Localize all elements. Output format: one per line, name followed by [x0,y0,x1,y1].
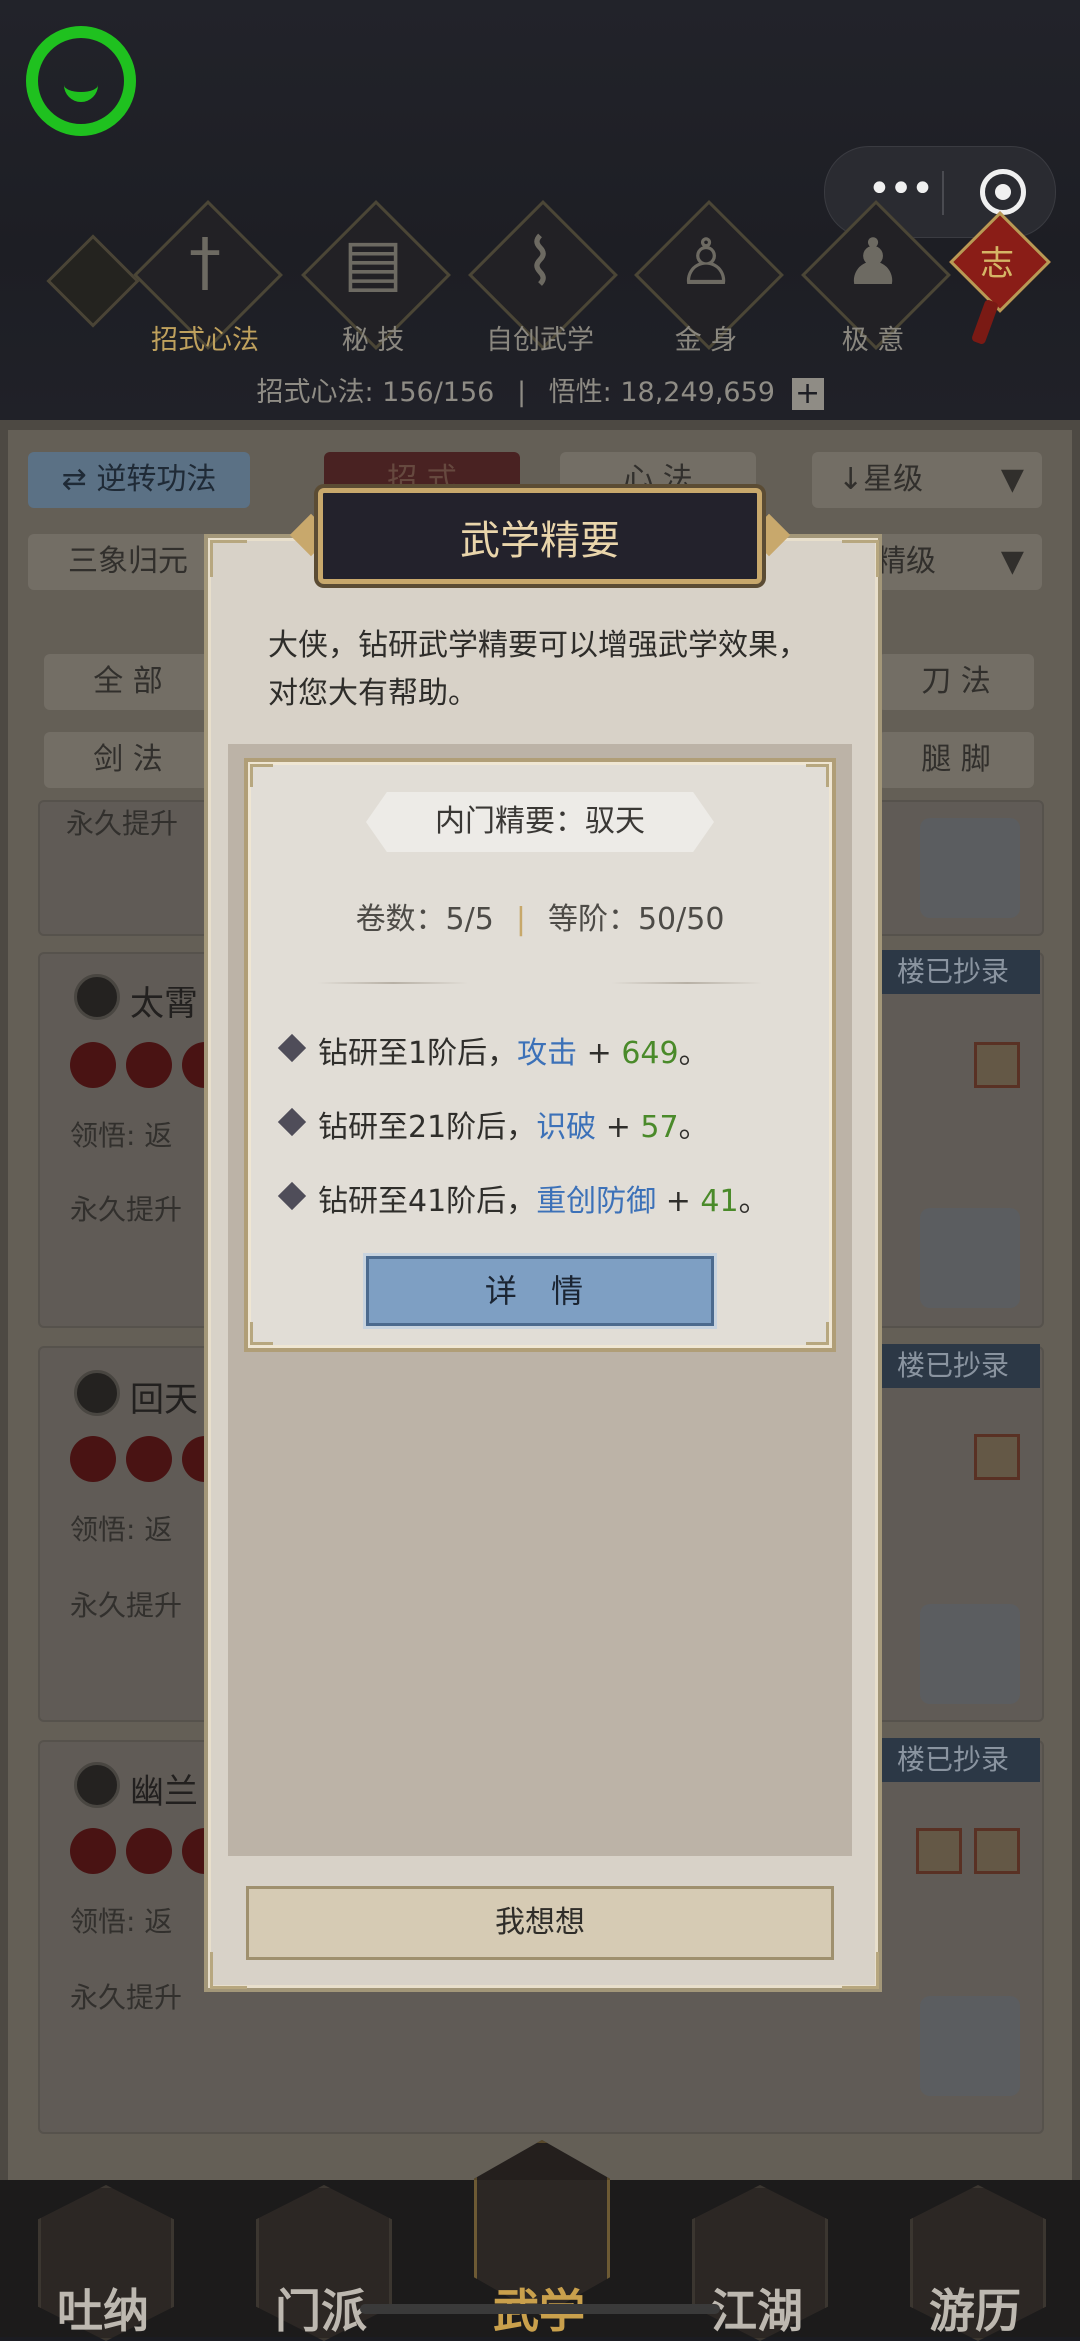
stats-label-moves: 招式心法: [256,377,374,408]
stats-label-insight: 悟性: [548,377,612,408]
home-indicator [360,2304,720,2314]
corner-ornament [806,1322,829,1345]
tab-travel[interactable]: 游历 [900,2275,1050,2341]
nav-tab-body[interactable]: ♙ [634,200,784,350]
nav-tab-moves[interactable]: † [133,200,283,350]
nav-label-body: 金 身 [674,325,738,356]
nav-label-secret: 秘 技 [341,325,405,356]
effect-keyword: 识破 [536,1110,597,1145]
corner-ornament [842,1952,879,1989]
effect-keyword: 攻击 [517,1036,578,1071]
nav-label-custom: 自创武学 [486,325,594,356]
details-button[interactable]: 详 情 [366,1256,714,1326]
corner-ornament [210,1952,247,1989]
corner-ornament [842,540,879,577]
ornament-divider [612,982,762,984]
stats-value-insight: 18,249,659 [620,377,775,408]
effect-line: 钻研至21阶后，识破 + 57。 [318,1110,709,1145]
martial-stance-icon: ♟ [844,226,902,300]
effect-value: 649 [621,1036,679,1071]
nav-tab-custom[interactable]: ⌇ [468,200,618,350]
meditation-icon: ♙ [677,226,735,300]
think-about-it-button[interactable]: 我想想 [246,1886,834,1960]
effect-keyword: 重创防御 [536,1184,657,1219]
tab-breathing[interactable]: 吐纳 [28,2275,178,2341]
more-icon[interactable]: ••• [855,169,945,209]
capsule-divider [942,171,944,215]
scroll-icon: ⌇ [524,226,556,300]
volumes-count: 卷数：5/5 [355,902,494,937]
section-label: 内门精要：驭天 [366,792,714,852]
nav-tab-intent[interactable]: ♟ [801,200,951,350]
book-icon: ▤ [342,226,404,300]
add-insight-button[interactable]: + [791,377,824,410]
rank-count: 等阶：50/50 [547,902,725,937]
effect-line: 钻研至1阶后，攻击 + 649。 [318,1036,709,1071]
nav-label-intent: 极 意 [841,325,905,356]
essence-stats: 卷数：5/5 | 等阶：50/50 [244,894,836,938]
stats-divider: | [515,902,526,937]
stats-line: 招式心法: 156/156 | 悟性: 18,249,659 + [0,370,1080,410]
close-target-icon[interactable] [980,169,1026,215]
effect-value: 41 [700,1184,739,1219]
ornament-divider [318,982,468,984]
corner-ornament [210,540,247,577]
dialog-title: 武学精要 [460,518,620,564]
corner-ornament [250,1322,273,1345]
nav-tab-secret[interactable]: ▤ [301,200,451,350]
effect-value: 57 [640,1110,679,1145]
sword-icon: † [189,226,221,300]
ambition-badge-text: 志 [980,244,1014,284]
chat-bubble-icon[interactable] [26,26,136,136]
dialog-intro: 大侠，钻研武学精要可以增强武学效果，对您大有帮助。 [268,628,808,711]
nav-label-moves: 招式心法 [151,325,259,356]
stats-value-moves: 156/156 [382,377,495,408]
stats-separator: | [516,377,527,408]
effect-line: 钻研至41阶后，重创防御 + 41。 [318,1184,769,1219]
corner-ornament [250,764,273,787]
corner-ornament [806,764,829,787]
